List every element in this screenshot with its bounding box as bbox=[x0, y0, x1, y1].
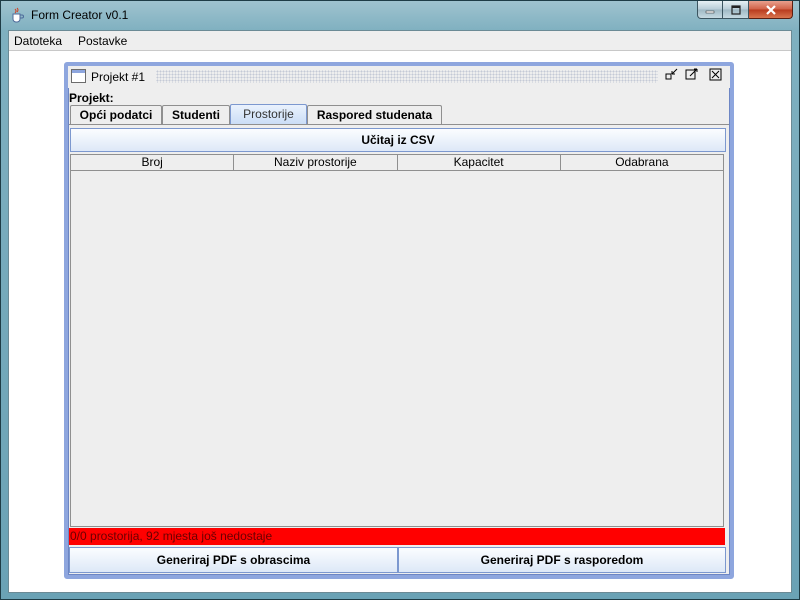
minimize-icon bbox=[705, 10, 715, 13]
menu-postavke[interactable]: Postavke bbox=[78, 34, 127, 48]
column-broj[interactable]: Broj bbox=[71, 155, 235, 171]
internal-frame-title-bar[interactable]: Projekt #1 bbox=[68, 66, 730, 88]
maximize-frame-icon bbox=[685, 68, 698, 80]
maximize-icon bbox=[730, 4, 741, 15]
tab-studenti[interactable]: Studenti bbox=[162, 105, 230, 124]
java-cup-icon bbox=[12, 7, 24, 23]
close-button[interactable] bbox=[749, 1, 793, 19]
tab-prostorije[interactable]: Prostorije bbox=[230, 104, 307, 125]
column-kapacitet[interactable]: Kapacitet bbox=[397, 155, 561, 171]
tab-raspored-studenata[interactable]: Raspored studenata bbox=[307, 105, 442, 124]
close-frame-icon bbox=[709, 68, 722, 81]
title-bar-texture bbox=[156, 70, 658, 83]
column-odabrana[interactable]: Odabrana bbox=[560, 155, 723, 171]
maximize-frame-button[interactable] bbox=[684, 68, 699, 83]
close-frame-button[interactable] bbox=[708, 68, 723, 83]
rooms-table[interactable]: Broj Naziv prostorije Kapacitet Odabrana bbox=[70, 154, 724, 527]
project-internal-frame: Projekt #1 Projekt: Opći podatci Student… bbox=[64, 62, 734, 579]
prostorije-panel: Učitaj iz CSV Broj Naziv prostorije Kapa… bbox=[69, 124, 729, 544]
internal-frame-title: Projekt #1 bbox=[91, 70, 146, 84]
generate-schedule-pdf-button[interactable]: Generiraj PDF s rasporedom bbox=[398, 547, 726, 573]
table-header: Broj Naziv prostorije Kapacitet Odabrana bbox=[71, 155, 723, 171]
generate-forms-pdf-button[interactable]: Generiraj PDF s obrascima bbox=[69, 547, 398, 573]
minimize-button[interactable] bbox=[697, 1, 723, 19]
project-label: Projekt: bbox=[69, 91, 114, 105]
maximize-button[interactable] bbox=[723, 1, 749, 19]
column-naziv-prostorije[interactable]: Naziv prostorije bbox=[234, 155, 398, 171]
close-icon bbox=[765, 4, 776, 15]
load-csv-button[interactable]: Učitaj iz CSV bbox=[70, 128, 726, 152]
tab-opci-podatci[interactable]: Opći podatci bbox=[70, 105, 162, 124]
client-area: Datoteka Postavke Projekt #1 Projekt: Op… bbox=[8, 30, 792, 593]
iconify-button[interactable] bbox=[664, 68, 679, 83]
frame-window-icon bbox=[71, 69, 86, 83]
window-title: Form Creator v0.1 bbox=[31, 8, 129, 22]
title-bar[interactable]: Form Creator v0.1 bbox=[1, 1, 799, 29]
iconify-icon bbox=[665, 68, 678, 80]
menu-datoteka[interactable]: Datoteka bbox=[14, 34, 62, 48]
menu-bar: Datoteka Postavke bbox=[9, 31, 791, 51]
main-window: Form Creator v0.1 Datoteka Postavke Proj… bbox=[0, 0, 800, 600]
status-bar: 0/0 prostorija, 92 mjesta još nedostaje bbox=[69, 528, 725, 545]
